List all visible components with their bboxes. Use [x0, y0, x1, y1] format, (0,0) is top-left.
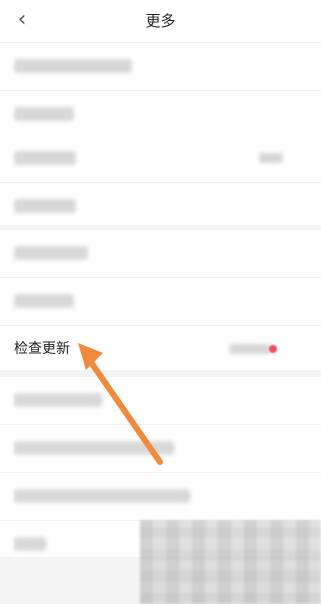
blurred-label — [14, 246, 88, 260]
blurred-label — [14, 151, 76, 165]
page-title: 更多 — [145, 12, 176, 30]
blurred-value — [259, 153, 283, 163]
check-update-row[interactable]: 检查更新 — [0, 326, 321, 373]
blurred-label — [14, 537, 46, 551]
top-nav-bar: ‹ 更多 — [0, 0, 321, 43]
settings-row[interactable] — [0, 278, 321, 326]
settings-row[interactable] — [0, 425, 321, 473]
check-update-label: 检查更新 — [14, 341, 70, 357]
update-status-text — [229, 344, 271, 354]
blurred-label — [14, 393, 102, 407]
blurred-label — [14, 199, 76, 213]
blurred-label — [14, 489, 190, 503]
blurred-label — [14, 441, 174, 455]
settings-row[interactable] — [0, 183, 321, 230]
mosaic-watermark — [140, 520, 321, 604]
settings-row[interactable] — [0, 473, 321, 521]
blurred-label — [14, 294, 74, 308]
settings-row[interactable] — [0, 230, 321, 278]
settings-row[interactable] — [0, 377, 321, 425]
settings-section-2 — [0, 135, 321, 225]
blurred-label — [14, 107, 74, 121]
update-badge-dot — [269, 345, 277, 353]
settings-row[interactable] — [0, 43, 321, 91]
settings-row[interactable] — [0, 91, 321, 138]
blurred-label — [14, 59, 132, 73]
settings-section-1 — [0, 43, 321, 138]
settings-row[interactable] — [0, 135, 321, 183]
settings-section-3: 检查更新 — [0, 230, 321, 370]
